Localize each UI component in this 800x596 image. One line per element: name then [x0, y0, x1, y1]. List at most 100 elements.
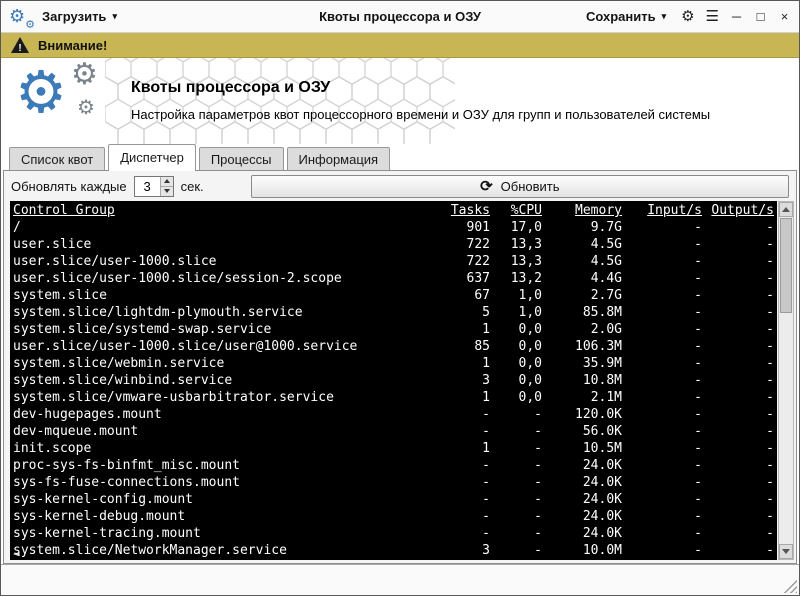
hamburger-menu-icon[interactable]: ☰: [706, 9, 719, 24]
cell-cpu: -: [490, 508, 542, 525]
cell-tasks: 1: [428, 389, 490, 406]
cell-control-group: user.slice/user-1000.slice/user@1000.ser…: [13, 338, 428, 355]
warning-icon: !: [11, 37, 29, 53]
scroll-down-button[interactable]: [779, 544, 793, 559]
tab-quota-list[interactable]: Список квот: [9, 147, 105, 170]
tab-processes[interactable]: Процессы: [199, 147, 284, 170]
table-row[interactable]: dev-mqueue.mount - - 56.0K - -: [13, 423, 774, 440]
table-row[interactable]: system.slice/NetworkManager.service 3 - …: [13, 542, 774, 559]
cell-cpu: 0,0: [490, 389, 542, 406]
load-menu-button[interactable]: Загрузить ▾: [38, 5, 121, 28]
cgroup-terminal: Control Group Tasks %CPU Memory Input/s …: [10, 201, 777, 560]
refresh-button[interactable]: ⟳ Обновить: [251, 175, 789, 198]
triangle-up-icon: [164, 179, 170, 183]
vertical-scrollbar[interactable]: [778, 201, 794, 560]
cell-memory: 24.0K: [542, 491, 622, 508]
tab-information[interactable]: Информация: [287, 147, 391, 170]
cell-tasks: 5: [428, 304, 490, 321]
cell-memory: 35.9M: [542, 355, 622, 372]
table-row[interactable]: sys-kernel-tracing.mount - - 24.0K - -: [13, 525, 774, 542]
maximize-button[interactable]: □: [754, 10, 767, 23]
cell-input: -: [622, 338, 702, 355]
cell-output: -: [702, 355, 774, 372]
table-row[interactable]: system.slice/systemd-swap.service 1 0,0 …: [13, 321, 774, 338]
cell-output: -: [702, 321, 774, 338]
cell-output: -: [702, 253, 774, 270]
table-row[interactable]: sys-kernel-config.mount - - 24.0K - -: [13, 491, 774, 508]
table-row[interactable]: init.scope 1 - 10.5M - -: [13, 440, 774, 457]
table-row[interactable]: system.slice/webmin.service 1 0,0 35.9M …: [13, 355, 774, 372]
scrollbar-thumb[interactable]: [780, 218, 792, 313]
table-row[interactable]: sys-kernel-debug.mount - - 24.0K - -: [13, 508, 774, 525]
save-menu-button[interactable]: Сохранить ▾: [582, 5, 670, 28]
cell-input: -: [622, 457, 702, 474]
gear-icon-tiny: ⚙: [77, 98, 95, 118]
cell-tasks: -: [428, 474, 490, 491]
spin-down-button[interactable]: [161, 187, 173, 196]
cell-tasks: 637: [428, 270, 490, 287]
interval-spinbox[interactable]: 3: [134, 176, 174, 197]
tab-label: Процессы: [211, 152, 272, 167]
cell-cpu: -: [490, 474, 542, 491]
load-menu-label: Загрузить: [42, 9, 106, 24]
cell-tasks: 85: [428, 338, 490, 355]
close-button[interactable]: ×: [778, 10, 791, 23]
table-row[interactable]: user.slice 722 13,3 4.5G - -: [13, 236, 774, 253]
titlebar: ⚙ ⚙ Загрузить ▾ Квоты процессора и ОЗУ С…: [1, 1, 799, 33]
cell-tasks: -: [428, 457, 490, 474]
column-cpu: %CPU: [490, 202, 542, 219]
dispatcher-panel: Обновлять каждые 3 сек. ⟳ Обновить Contr…: [3, 170, 797, 564]
cell-output: -: [702, 338, 774, 355]
cell-cpu: -: [490, 423, 542, 440]
gear-icon-small: ⚙: [25, 20, 35, 31]
cell-output: -: [702, 406, 774, 423]
cell-output: -: [702, 525, 774, 542]
table-row[interactable]: / 901 17,0 9.7G - -: [13, 219, 774, 236]
tab-label: Список квот: [21, 152, 93, 167]
table-row[interactable]: user.slice/user-1000.slice/user@1000.ser…: [13, 338, 774, 355]
page-header: ⚙ ⚙ ⚙ Квоты процессора и ОЗУ Настройка п…: [1, 58, 799, 144]
minimize-button[interactable]: ─: [730, 10, 743, 23]
scroll-up-button[interactable]: [779, 202, 793, 217]
spinner-arrows: [160, 177, 173, 196]
cell-cpu: 13,2: [490, 270, 542, 287]
table-row[interactable]: system.slice/winbind.service 3 0,0 10.8M…: [13, 372, 774, 389]
triangle-down-icon: [782, 549, 790, 554]
table-row[interactable]: dev-hugepages.mount - - 120.0K - -: [13, 406, 774, 423]
gears-illustration: ⚙ ⚙ ⚙: [15, 62, 123, 142]
spin-up-button[interactable]: [161, 177, 173, 187]
tab-label: Диспетчер: [120, 150, 184, 165]
cell-control-group: system.slice/lightdm-plymouth.service: [13, 304, 428, 321]
cell-memory: 24.0K: [542, 508, 622, 525]
table-row[interactable]: user.slice/user-1000.slice 722 13,3 4.5G…: [13, 253, 774, 270]
cell-input: -: [622, 406, 702, 423]
cell-tasks: 722: [428, 253, 490, 270]
settings-gear-icon[interactable]: ⚙: [681, 9, 694, 24]
cell-input: -: [622, 304, 702, 321]
cell-cpu: 13,3: [490, 253, 542, 270]
cell-tasks: -: [428, 423, 490, 440]
cell-cpu: 0,0: [490, 372, 542, 389]
table-row[interactable]: sys-fs-fuse-connections.mount - - 24.0K …: [13, 474, 774, 491]
cell-control-group: user.slice/user-1000.slice/session-2.sco…: [13, 270, 428, 287]
table-row[interactable]: system.slice/lightdm-plymouth.service 5 …: [13, 304, 774, 321]
app-icon: ⚙ ⚙: [9, 5, 33, 29]
cell-input: -: [622, 372, 702, 389]
table-row[interactable]: user.slice/user-1000.slice/session-2.sco…: [13, 270, 774, 287]
tab-dispatcher[interactable]: Диспетчер: [108, 144, 196, 170]
table-row[interactable]: system.slice/vmware-usbarbitrator.servic…: [13, 389, 774, 406]
app-window: ⚙ ⚙ Загрузить ▾ Квоты процессора и ОЗУ С…: [0, 0, 800, 596]
cell-input: -: [622, 321, 702, 338]
cell-cpu: 0,0: [490, 338, 542, 355]
cell-output: -: [702, 491, 774, 508]
cell-output: -: [702, 236, 774, 253]
table-row[interactable]: system.slice 67 1,0 2.7G - -: [13, 287, 774, 304]
interval-value[interactable]: 3: [135, 177, 160, 196]
table-row[interactable]: proc-sys-fs-binfmt_misc.mount - - 24.0K …: [13, 457, 774, 474]
cell-memory: 56.0K: [542, 423, 622, 440]
cell-input: -: [622, 253, 702, 270]
cell-control-group: system.slice/NetworkManager.service: [13, 542, 428, 559]
column-output: Output/s: [702, 202, 774, 219]
resize-grip[interactable]: [783, 579, 797, 593]
cell-output: -: [702, 219, 774, 236]
